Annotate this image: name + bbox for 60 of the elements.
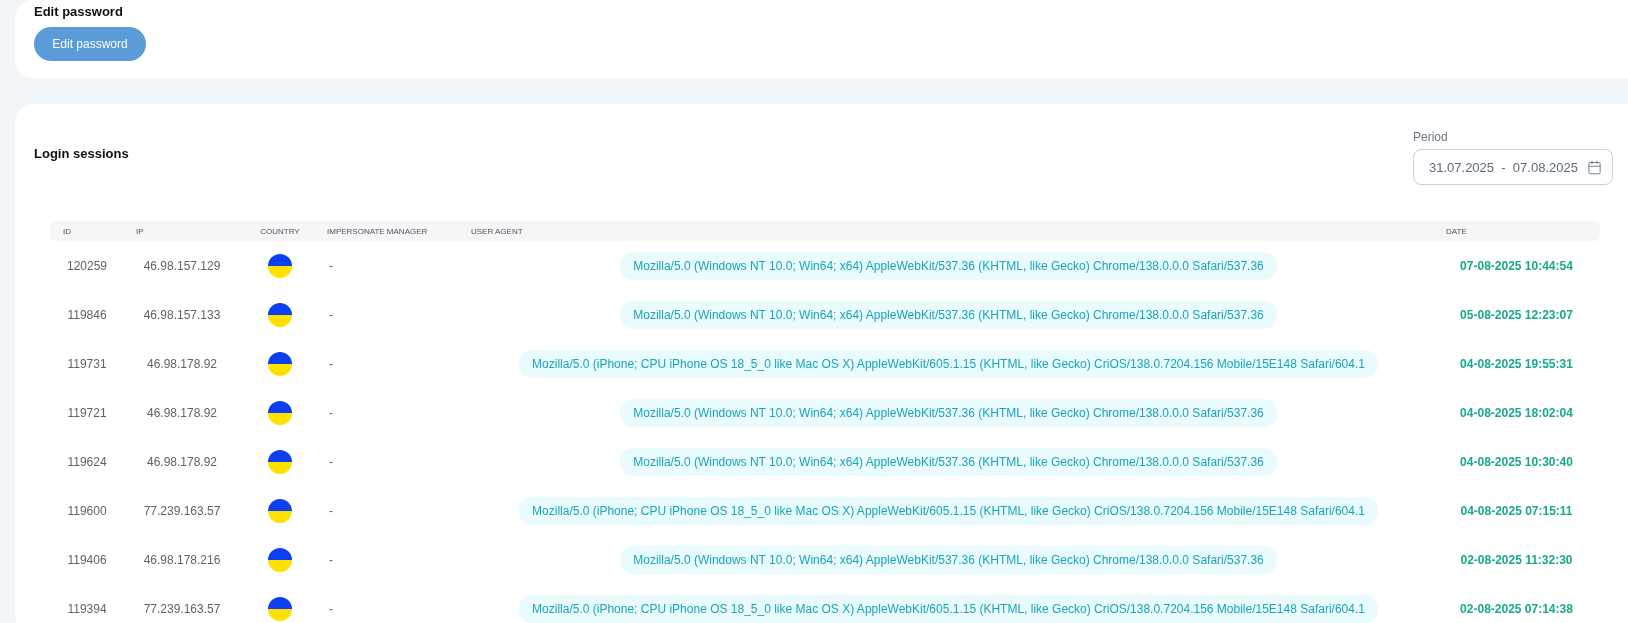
column-header: DATE — [1445, 226, 1468, 236]
user-agent-tag: Mozilla/5.0 (Windows NT 10.0; Win64; x64) AppleWebKit/537.36 (KHTML, like Gecko) Chrome/138.0.0.0 Safari/537.36 — [620, 251, 1277, 280]
id-cell: 119624 — [67, 454, 107, 469]
id-cell: 119394 — [67, 601, 107, 616]
user-agent-tag: Mozilla/5.0 (iPhone; CPU iPhone OS 18_5_0 like Mac OS X) AppleWebKit/605.1.15 (KHTML, like Gecko) CriOS/138.0.7204.156 Mobile/15E148 Safari/604.1 — [519, 349, 1378, 378]
ip-cell: 46.98.178.92 — [146, 454, 218, 469]
id-cell: 119600 — [67, 503, 107, 518]
ip-cell: 46.98.157.133 — [143, 307, 221, 322]
manager-cell-text: - — [328, 601, 333, 616]
manager-cell-text: - — [328, 454, 333, 469]
ip-cell: 46.98.178.92 — [146, 356, 218, 371]
column-header: ID — [62, 226, 72, 236]
ip-cell: 46.98.178.92 — [146, 405, 218, 420]
flag-icon — [268, 547, 292, 572]
manager-cell-text: - — [328, 307, 333, 322]
manager-cell-text: - — [328, 405, 333, 420]
ip-cell: 77.239.163.57 — [143, 503, 221, 518]
user-agent-tag: Mozilla/5.0 (iPhone; CPU iPhone OS 18_5_0 like Mac OS X) AppleWebKit/605.1.15 (KHTML, like Gecko) CriOS/138.0.7204.156 Mobile/15E148 Safari/604.1 — [519, 496, 1378, 525]
column-header: COUNTRY — [259, 226, 301, 236]
ip-cell: 77.239.163.57 — [143, 601, 221, 616]
date-cell: 04-08-2025 18:02:04 — [1460, 405, 1573, 420]
id-cell: 120259 — [66, 258, 107, 273]
date-range-field[interactable]: 31.07.2025 - 07.08.2025 — [1413, 149, 1613, 185]
user-agent-tag: Mozilla/5.0 (iPhone; CPU iPhone OS 18_5_0 like Mac OS X) AppleWebKit/605.1.15 (KHTML, like Gecko) CriOS/138.0.7204.156 Mobile/15E148 Safari/604.1 — [519, 594, 1378, 623]
flag-icon — [268, 596, 292, 621]
user-agent-tag: Mozilla/5.0 (Windows NT 10.0; Win64; x64) AppleWebKit/537.36 (KHTML, like Gecko) Chrome/138.0.0.0 Safari/537.36 — [620, 545, 1277, 574]
calendar-icon[interactable] — [1587, 159, 1602, 175]
date-cell: 04-08-2025 19:55:31 — [1460, 356, 1573, 371]
section-title: Edit password — [34, 4, 124, 19]
period-label: Period — [1413, 130, 1449, 144]
date-cell: 02-08-2025 11:32:30 — [1460, 552, 1573, 567]
id-cell: 119731 — [67, 356, 107, 371]
section-title: Login sessions — [34, 146, 129, 161]
manager-cell-text: - — [328, 258, 333, 273]
ip-cell: 46.98.178.216 — [143, 552, 221, 567]
user-agent-tag: Mozilla/5.0 (Windows NT 10.0; Win64; x64) AppleWebKit/537.36 (KHTML, like Gecko) Chrome/138.0.0.0 Safari/537.36 — [620, 300, 1277, 329]
user-agent-tag: Mozilla/5.0 (Windows NT 10.0; Win64; x64) AppleWebKit/537.36 (KHTML, like Gecko) Chrome/138.0.0.0 Safari/537.36 — [620, 398, 1277, 427]
column-header: IP — [135, 226, 145, 236]
column-header: USER AGENT — [470, 226, 524, 236]
flag-icon — [268, 400, 292, 425]
manager-cell-text: - — [328, 552, 333, 567]
edit-password-button[interactable]: Edit password — [34, 27, 146, 61]
date-cell: 05-08-2025 12:23:07 — [1460, 307, 1573, 322]
ip-cell: 46.98.157.129 — [143, 258, 221, 273]
flag-icon — [268, 449, 292, 474]
manager-cell-text: - — [328, 503, 333, 518]
manager-cell-text: - — [328, 356, 333, 371]
flag-icon — [268, 302, 292, 327]
column-header: IMPERSONATE MANAGER — [326, 226, 429, 236]
user-agent-tag: Mozilla/5.0 (Windows NT 10.0; Win64; x64) AppleWebKit/537.36 (KHTML, like Gecko) Chrome/138.0.0.0 Safari/537.36 — [620, 447, 1277, 476]
date-cell: 07-08-2025 10:44:54 — [1460, 258, 1573, 273]
id-cell: 119406 — [67, 552, 107, 567]
flag-icon — [268, 498, 292, 523]
flag-icon — [268, 351, 292, 376]
date-cell: 04-08-2025 10:30:40 — [1460, 454, 1573, 469]
date-cell: 02-08-2025 07:14:38 — [1460, 601, 1573, 616]
id-cell: 119846 — [67, 307, 107, 322]
flag-icon — [268, 253, 292, 278]
date-cell: 04-08-2025 07:15:11 — [1460, 503, 1573, 518]
id-cell: 119721 — [67, 405, 107, 420]
